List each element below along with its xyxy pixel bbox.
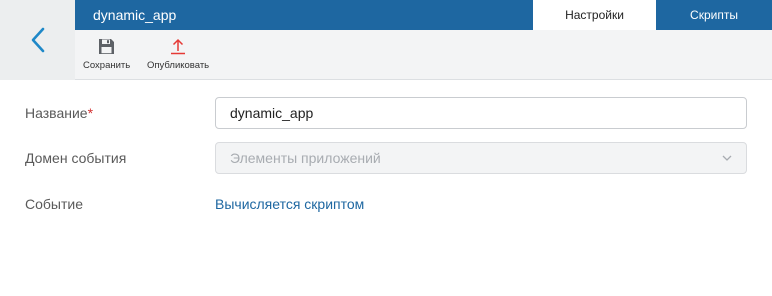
name-label: Название* [25,105,93,121]
back-button[interactable] [0,0,75,80]
event-label: Событие [25,196,83,212]
name-label-text: Название [25,105,88,121]
floppy-disk-icon [98,36,115,56]
required-mark: * [87,105,94,121]
upload-arrow-icon [170,36,186,56]
tab-settings[interactable]: Настройки [533,0,656,30]
chevron-down-icon [722,155,732,161]
save-button[interactable]: Сохранить [83,36,130,71]
event-domain-label: Домен события [25,150,127,166]
tab-scripts[interactable]: Скрипты [656,0,772,30]
name-input[interactable] [215,97,747,129]
header-bar: dynamic_app Настройки Скрипты [75,0,772,30]
publish-button[interactable]: Опубликовать [147,36,209,71]
chevron-left-icon [31,27,44,53]
save-label: Сохранить [83,60,131,71]
event-domain-select[interactable]: Элементы приложений [215,142,747,174]
toolbar: Сохранить Опубликовать [75,30,772,80]
app-title: dynamic_app [93,7,177,23]
event-script-link[interactable]: Вычисляется скриптом [215,196,364,212]
publish-label: Опубликовать [147,60,210,71]
event-domain-value: Элементы приложений [230,150,381,166]
